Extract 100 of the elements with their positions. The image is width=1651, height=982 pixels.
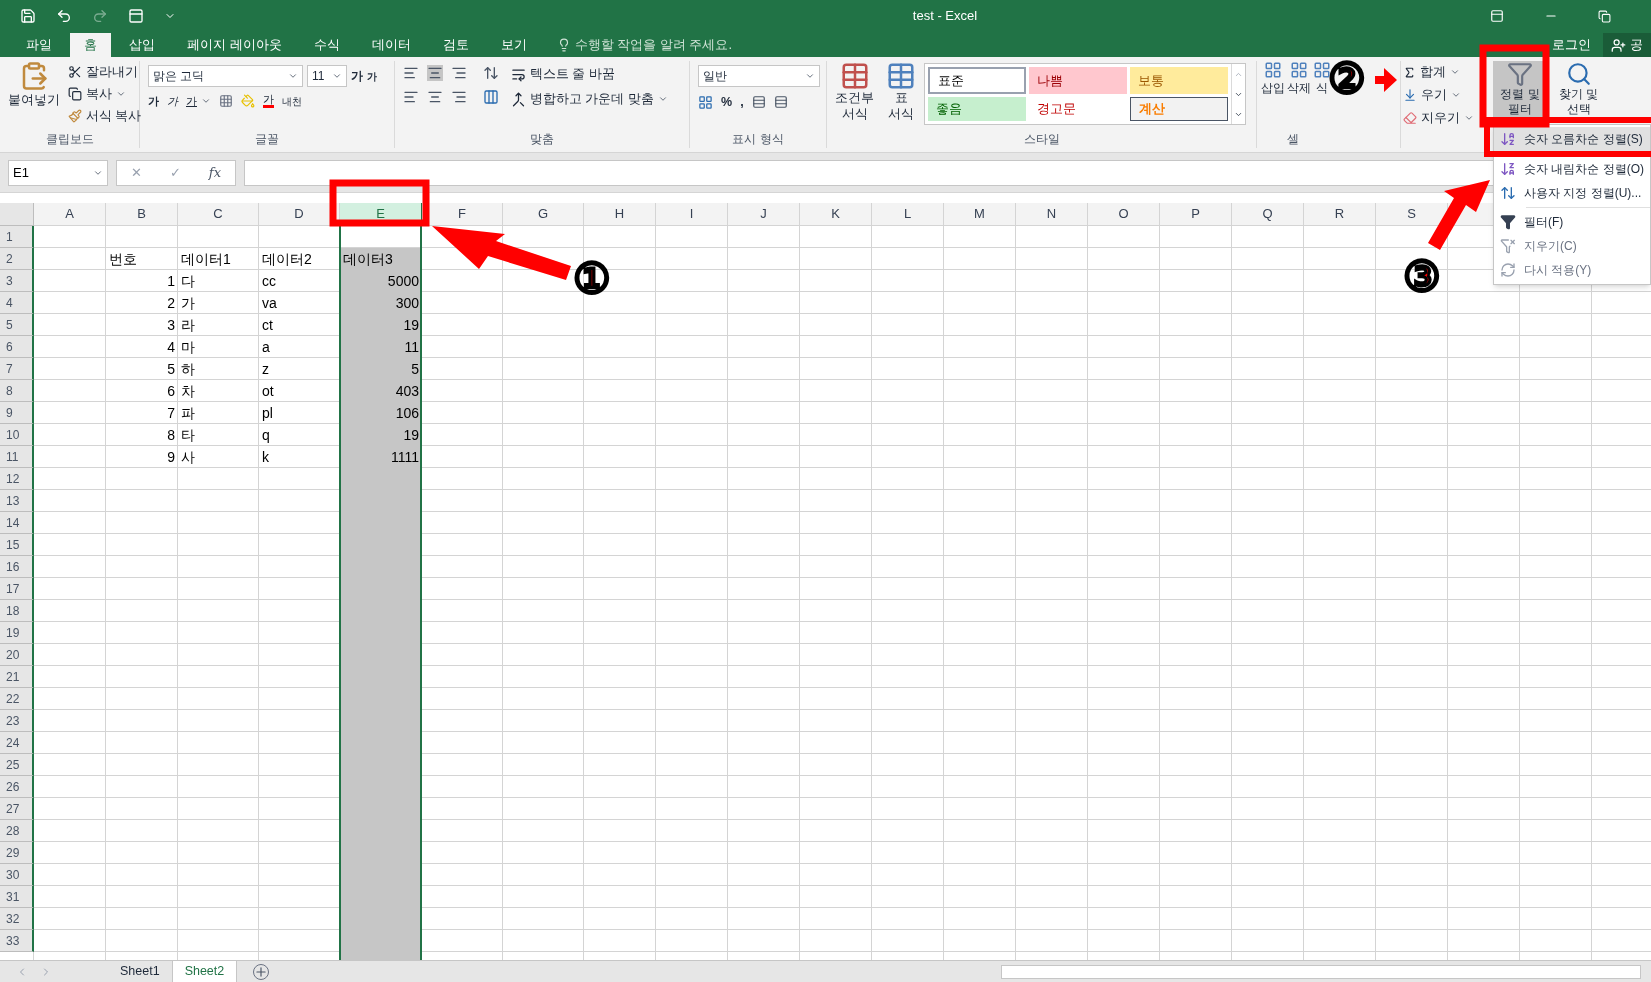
column-header[interactable]: B bbox=[106, 203, 178, 226]
cell-style-option[interactable]: 보통 bbox=[1130, 67, 1228, 94]
row-header[interactable]: 4 bbox=[0, 292, 34, 314]
row-header[interactable]: 32 bbox=[0, 908, 34, 930]
ribbon-display-icon[interactable] bbox=[1490, 9, 1504, 23]
column-header[interactable]: G bbox=[503, 203, 584, 226]
form-icon[interactable] bbox=[128, 8, 144, 24]
font-name-dropdown[interactable]: 맑은 고딕 bbox=[148, 65, 303, 87]
row-header[interactable]: 9 bbox=[0, 402, 34, 424]
row-header[interactable]: 2 bbox=[0, 248, 34, 270]
row-header[interactable]: 13 bbox=[0, 490, 34, 512]
row-header[interactable]: 11 bbox=[0, 446, 34, 468]
row-header[interactable]: 25 bbox=[0, 754, 34, 776]
row-header[interactable]: 23 bbox=[0, 710, 34, 732]
column-header[interactable]: Q bbox=[1232, 203, 1304, 226]
row-header[interactable]: 27 bbox=[0, 798, 34, 820]
row-header[interactable]: 5 bbox=[0, 314, 34, 336]
row-header[interactable]: 10 bbox=[0, 424, 34, 446]
column-header[interactable]: A bbox=[34, 203, 106, 226]
menu-item[interactable]: 필터(F) bbox=[1494, 210, 1650, 234]
row-header[interactable]: 29 bbox=[0, 842, 34, 864]
grow-font-button[interactable]: 가 bbox=[351, 67, 363, 85]
align-top-icon[interactable] bbox=[403, 65, 419, 81]
column-header[interactable]: I bbox=[656, 203, 728, 226]
ribbon-tab[interactable]: 보기 bbox=[486, 33, 541, 57]
tell-me-field[interactable]: 수행할 작업을 알려 주세요. bbox=[574, 35, 733, 55]
column-header[interactable]: H bbox=[584, 203, 656, 226]
horizontal-scrollbar[interactable] bbox=[1001, 964, 1641, 979]
share-button[interactable]: 공 bbox=[1603, 33, 1651, 57]
align-bottom-icon[interactable] bbox=[451, 65, 467, 81]
row-header[interactable]: 20 bbox=[0, 644, 34, 666]
name-box[interactable]: E1 bbox=[8, 159, 108, 186]
column-header[interactable]: L bbox=[872, 203, 944, 226]
cell-style-option[interactable]: 나쁨 bbox=[1029, 67, 1127, 94]
find-select-button[interactable]: 찾기 및 선택 bbox=[1559, 61, 1599, 129]
row-header[interactable]: 19 bbox=[0, 622, 34, 644]
row-header[interactable]: 33 bbox=[0, 930, 34, 952]
wrap-text-button[interactable]: 텍스트 줄 바꿈 bbox=[511, 65, 668, 84]
column-header[interactable]: F bbox=[422, 203, 503, 226]
row-header[interactable]: 24 bbox=[0, 732, 34, 754]
row-header[interactable]: 3 bbox=[0, 270, 34, 292]
row-header[interactable]: 21 bbox=[0, 666, 34, 688]
cells-button[interactable]: 삭제 bbox=[1287, 61, 1311, 130]
bold-button[interactable]: 가 bbox=[148, 93, 159, 110]
row-header[interactable]: 31 bbox=[0, 886, 34, 908]
row-header[interactable]: 12 bbox=[0, 468, 34, 490]
column-header[interactable]: P bbox=[1160, 203, 1232, 226]
orientation-icon[interactable] bbox=[483, 65, 499, 81]
row-header[interactable]: 8 bbox=[0, 380, 34, 402]
format-painter-button[interactable]: 서식 복사 bbox=[68, 106, 142, 126]
row-header[interactable]: 7 bbox=[0, 358, 34, 380]
font-color-button[interactable]: 가 bbox=[263, 94, 274, 109]
cells-button[interactable]: 식 bbox=[1313, 61, 1331, 130]
insert-function-button[interactable]: fx bbox=[208, 162, 221, 183]
row-header[interactable]: 6 bbox=[0, 336, 34, 358]
column-header[interactable]: M bbox=[944, 203, 1016, 226]
underline-button[interactable]: 가 bbox=[186, 93, 211, 110]
column-header[interactable]: O bbox=[1088, 203, 1160, 226]
font-size-dropdown[interactable]: 11 bbox=[307, 65, 347, 87]
ribbon-tab[interactable]: 페이지 레이아웃 bbox=[173, 33, 296, 57]
column-header[interactable]: N bbox=[1016, 203, 1088, 226]
italic-button[interactable]: 가 bbox=[167, 93, 178, 110]
cut-button[interactable]: 잘라내기 bbox=[68, 63, 142, 82]
border-icon[interactable] bbox=[219, 94, 233, 109]
column-header[interactable]: C bbox=[178, 203, 259, 226]
row-header[interactable]: 14 bbox=[0, 512, 34, 534]
autosum-button[interactable]: 합계 bbox=[1403, 63, 1481, 82]
shrink-font-button[interactable]: 가 bbox=[367, 68, 377, 84]
ribbon-tab[interactable]: 홈 bbox=[70, 33, 111, 57]
percent-button[interactable]: % bbox=[721, 93, 733, 112]
menu-item[interactable]: 숫자 내림차순 정렬(O) bbox=[1494, 157, 1650, 181]
ribbon-tab[interactable]: 삽입 bbox=[115, 33, 169, 57]
paste-button[interactable]: 붙여넣기 bbox=[4, 61, 64, 130]
row-header[interactable]: 28 bbox=[0, 820, 34, 842]
merge-center-button[interactable]: 병합하고 가운데 맞춤 bbox=[511, 89, 668, 109]
row-header[interactable]: 22 bbox=[0, 688, 34, 710]
cell-style-option[interactable]: 좋음 bbox=[928, 96, 1026, 121]
ribbon-tab[interactable]: 수식 bbox=[299, 33, 354, 57]
row-header[interactable]: 26 bbox=[0, 776, 34, 798]
clear-button[interactable]: 지우기 bbox=[1403, 108, 1481, 128]
column-header[interactable]: D bbox=[259, 203, 340, 226]
column-header[interactable]: R bbox=[1304, 203, 1376, 226]
phonetic-button[interactable]: 내천 bbox=[282, 93, 302, 109]
number-format-dropdown[interactable]: 일반 bbox=[698, 65, 820, 87]
row-header[interactable]: 15 bbox=[0, 534, 34, 556]
row-header[interactable]: 16 bbox=[0, 556, 34, 578]
cell-style-option[interactable]: 표준 bbox=[928, 67, 1026, 94]
save-icon[interactable] bbox=[20, 8, 36, 24]
ribbon-tab[interactable]: 데이터 bbox=[357, 33, 425, 57]
conditional-format-button[interactable]: 조건부 서식 bbox=[831, 61, 878, 130]
column-header[interactable]: K bbox=[800, 203, 872, 226]
menu-item[interactable]: 사용자 지정 정렬(U)... bbox=[1494, 181, 1650, 205]
sheet-tab[interactable]: Sheet2 bbox=[172, 960, 238, 982]
copy-button[interactable]: 복사 bbox=[68, 84, 142, 104]
restore-icon[interactable] bbox=[1598, 9, 1611, 23]
sheet-tab[interactable]: Sheet1 bbox=[108, 960, 173, 982]
row-header[interactable]: 1 bbox=[0, 226, 34, 248]
fill-color-icon[interactable] bbox=[241, 94, 255, 109]
cells-button[interactable]: 삽입 bbox=[1261, 61, 1285, 130]
ribbon-tab[interactable]: 파일 bbox=[12, 33, 66, 57]
